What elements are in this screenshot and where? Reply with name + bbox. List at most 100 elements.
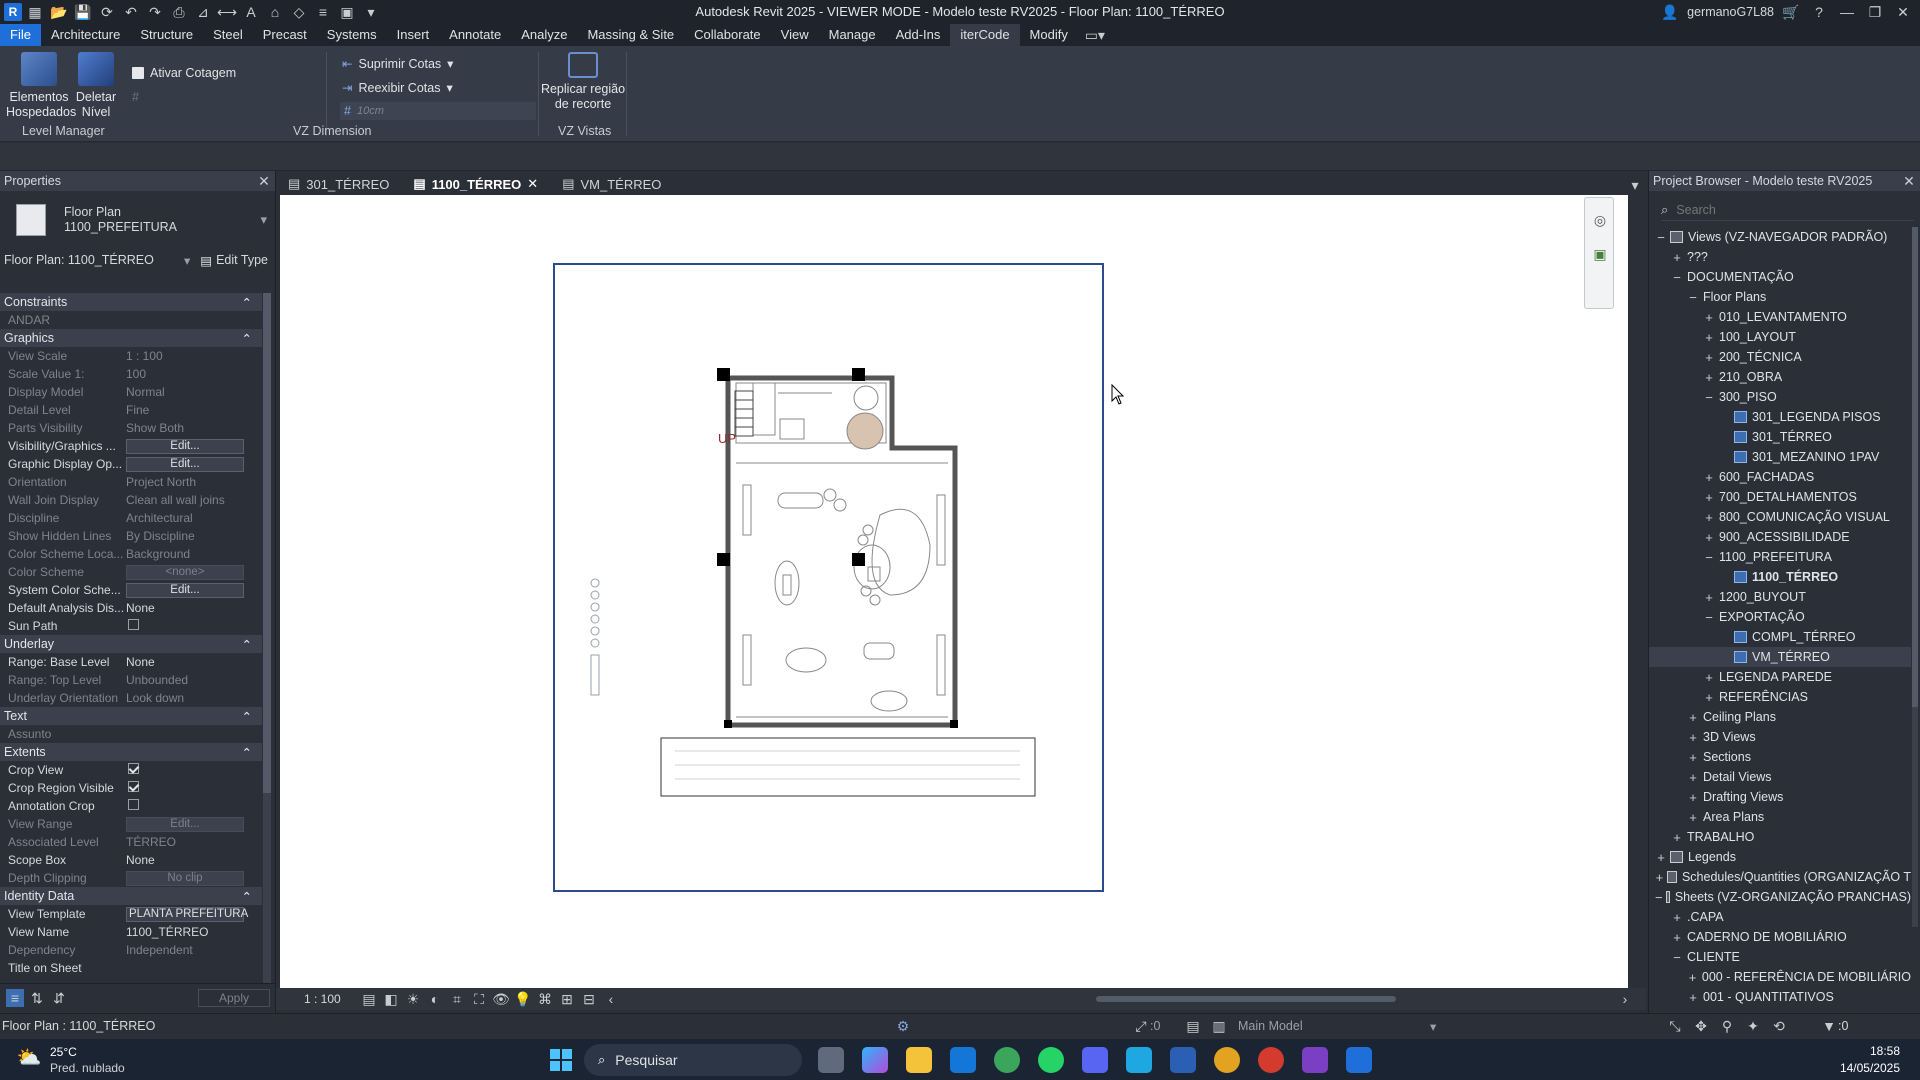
edit-type-button[interactable]: Edit Type [216, 253, 268, 267]
sort-za-icon[interactable]: ⇵ [50, 988, 68, 1008]
menu-addins[interactable]: Add-Ins [886, 24, 951, 46]
outlook-icon[interactable] [950, 1047, 976, 1073]
color-scheme-button[interactable]: <none> [126, 565, 244, 580]
menu-massing[interactable]: Massing & Site [577, 24, 684, 46]
suprimir-cotas-button[interactable]: ⇤ Suprimir Cotas ▾ [342, 56, 453, 72]
ativar-cotagem-button[interactable]: Ativar Cotagem [132, 66, 236, 80]
minimize-icon[interactable]: — [1836, 2, 1858, 22]
instance-selector[interactable]: Floor Plan: 1100_TÉRREO [4, 253, 184, 267]
visual-studio-icon[interactable] [1302, 1047, 1328, 1073]
browser-item[interactable]: +3D Views [1649, 727, 1911, 747]
deletar-nivel-button[interactable]: Deletar Nível [72, 52, 120, 120]
browser-item[interactable]: +010_LEVANTAMENTO [1649, 307, 1911, 327]
expand-icon[interactable]: + [1703, 530, 1715, 545]
select-face-icon[interactable]: ⚲ [1716, 1016, 1738, 1036]
section-graphics[interactable]: Graphics ⌃ [0, 329, 262, 347]
weather-icon[interactable]: ⛅ [17, 1048, 42, 1068]
section-underlay[interactable]: Underlay ⌃ [0, 635, 262, 653]
highlight-displacement-icon[interactable]: ⊞ [556, 989, 578, 1009]
user-icon[interactable]: 👤 [1659, 2, 1681, 22]
expand-icon[interactable]: + [1687, 710, 1699, 725]
browser-item[interactable]: + Drafting Views [1649, 787, 1911, 807]
help-icon[interactable]: ? [1808, 2, 1830, 22]
browser-item[interactable]: 301_MEZANINO 1PAV [1649, 447, 1911, 467]
revit-logo-icon[interactable]: R [4, 3, 22, 21]
user-name[interactable]: germanoG7L88 [1687, 5, 1774, 19]
prop-discipline[interactable]: Discipline Architectural [0, 509, 262, 527]
filter-icon[interactable]: ▼ [1818, 1016, 1840, 1036]
prop-parts-visibility[interactable]: Parts Visibility Show Both [0, 419, 262, 437]
menu-systems[interactable]: Systems [317, 24, 387, 46]
prop-wall-join[interactable]: Wall Join Display Clean all wall joins [0, 491, 262, 509]
clock-time[interactable]: 18:58 [1870, 1044, 1900, 1058]
menu-view[interactable]: View [771, 24, 819, 46]
browser-item[interactable]: + .CAPA [1649, 907, 1911, 927]
prop-top-level[interactable]: Range: Top Level Unbounded [0, 671, 262, 689]
app-c-icon[interactable] [1126, 1047, 1152, 1073]
expand-icon[interactable]: + [1687, 790, 1699, 805]
browser-item[interactable]: − Floor Plans [1649, 287, 1911, 307]
browser-item[interactable]: COMPL_TÉRREO [1649, 627, 1911, 647]
expand-icon[interactable]: + [1703, 370, 1715, 385]
print-icon[interactable]: ⎙ [168, 2, 190, 22]
browser-item[interactable]: +700_DETALHAMENTOS [1649, 487, 1911, 507]
prop-assunto[interactable]: Assunto [0, 725, 262, 743]
word-icon[interactable] [1170, 1047, 1196, 1073]
close-properties-icon[interactable]: ✕ [257, 171, 271, 191]
browser-item[interactable]: + Schedules/Quantities (ORGANIZAÇÃO T [1649, 867, 1911, 887]
elementos-hospedados-button[interactable]: Elementos Hospedados [6, 52, 76, 120]
taskbar-search[interactable]: ⌕ Pesquisar [584, 1044, 802, 1076]
measure-icon[interactable]: ⊿ [192, 2, 214, 22]
browser-item[interactable]: +1200_BUYOUT [1649, 587, 1911, 607]
collapse-icon[interactable]: − [1703, 550, 1715, 565]
sun-path-icon[interactable]: ☀ [402, 989, 424, 1009]
revit-taskbar-icon[interactable] [1346, 1047, 1372, 1073]
menu-insert[interactable]: Insert [387, 24, 440, 46]
graphic-display-edit-button[interactable]: Edit... [126, 457, 244, 472]
expand-icon[interactable]: + [1687, 750, 1699, 765]
expand-icon[interactable]: + [1687, 770, 1699, 785]
redo-icon[interactable]: ↷ [144, 2, 166, 22]
active-model[interactable]: Main Model [1238, 1019, 1303, 1033]
expand-icon[interactable]: + [1687, 990, 1699, 1005]
view-template-button[interactable]: PLANTA PREFEITURA [126, 907, 248, 922]
menu-manage[interactable]: Manage [819, 24, 886, 46]
collapse-icon[interactable]: − [1671, 950, 1683, 965]
prop-underlay-orientation[interactable]: Underlay Orientation Look down [0, 689, 262, 707]
zoom-region-icon[interactable]: ▣ [1589, 244, 1611, 264]
collapse-icon[interactable]: − [1687, 290, 1699, 305]
ribbon-toggle-icon[interactable]: ▭▾ [1084, 25, 1106, 45]
expand-icon[interactable]: + [1703, 310, 1715, 325]
browser-item[interactable]: +001 - QUANTITATIVOS [1649, 987, 1911, 1007]
menu-analyze[interactable]: Analyze [511, 24, 577, 46]
temp-hide-icon[interactable]: 👁 [490, 989, 512, 1009]
drag-elements-icon[interactable]: ✦ [1742, 1016, 1764, 1036]
view-scale-control[interactable]: 1 : 100 [304, 992, 358, 1006]
restore-icon[interactable]: ❐ [1864, 2, 1886, 22]
section-text[interactable]: Text ⌃ [0, 707, 262, 725]
section-constraints[interactable]: Constraints ⌃ [0, 293, 262, 311]
save-icon[interactable]: 💾 [72, 2, 94, 22]
close-tab-icon[interactable]: ✕ [527, 176, 538, 192]
select-pinned-icon[interactable]: ⤡ [1664, 1016, 1686, 1036]
clock-date[interactable]: 14/05/2025 [1840, 1061, 1900, 1075]
3d-view-icon[interactable]: ⌂ [264, 2, 286, 22]
browser-item[interactable]: − CLIENTE [1649, 947, 1911, 967]
prop-scale-value[interactable]: Scale Value 1: 100 [0, 365, 262, 383]
expand-icon[interactable]: + [1703, 350, 1715, 365]
select-underlay-icon[interactable]: ✥ [1690, 1016, 1712, 1036]
customize-icon[interactable]: ▾ [360, 2, 382, 22]
collapse-icon[interactable]: − [1703, 390, 1715, 405]
view-range-edit-button[interactable]: Edit... [126, 817, 244, 832]
browser-item[interactable]: +600_FACHADAS [1649, 467, 1911, 487]
browser-item[interactable]: +100_LAYOUT [1649, 327, 1911, 347]
menu-file[interactable]: File [0, 24, 41, 46]
background-process-icon[interactable]: ⟲ [1768, 1016, 1790, 1036]
browser-item[interactable]: + Legends [1649, 847, 1911, 867]
tab-1100-terreo[interactable]: ▤ 1100_TÉRREO ✕ [401, 173, 551, 195]
prop-dependency[interactable]: Dependency Independent [0, 941, 262, 959]
detail-level-icon[interactable]: ▤ [358, 989, 380, 1009]
collapse-icon[interactable]: − [1703, 610, 1715, 625]
worksharing-icon[interactable]: ⚙ [892, 1016, 914, 1036]
browser-scrollbar[interactable] [1912, 227, 1918, 927]
